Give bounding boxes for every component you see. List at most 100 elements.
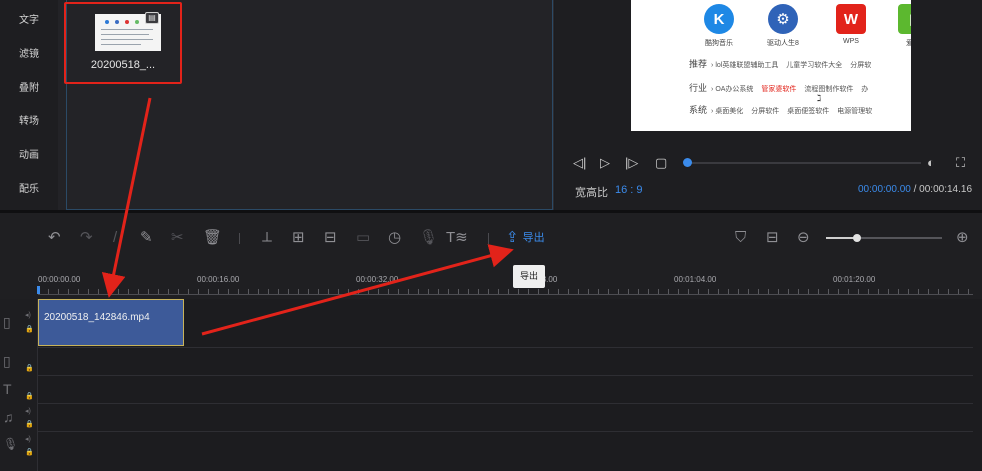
playback-progress-bar[interactable] — [689, 162, 921, 164]
marker-icon[interactable]: ⛉ — [735, 229, 746, 247]
duration-icon[interactable]: ▭ — [356, 229, 370, 247]
timeline-ruler[interactable]: 00:00:00.00 00:00:16.00 00:00:32.00 00:0… — [0, 263, 982, 299]
preview-app-label: WPS — [843, 38, 859, 45]
preview-app-label: 酷狗音乐 — [705, 40, 733, 47]
preview-row-industry: 行业 › OA办公系统 管家婆软件 流程图制作软件 办 — [689, 83, 869, 93]
row-label: 系统 — [689, 105, 708, 115]
ruler-baseline — [38, 294, 973, 295]
text-to-speech-icon[interactable]: T≋ — [446, 229, 468, 247]
toolbar-separator — [488, 233, 489, 244]
next-frame-button[interactable]: |▷ — [625, 155, 638, 171]
media-type-icon: ▤ — [145, 12, 159, 24]
edit-icon[interactable]: ✎ — [140, 229, 153, 247]
ruler-label: 00:00:32.00 — [356, 275, 399, 284]
aspect-ratio-value[interactable]: 16 : 9 — [615, 184, 643, 196]
play-button[interactable]: ▷ — [600, 155, 610, 171]
mouse-cursor-icon: ℷ — [817, 93, 822, 103]
fullscreen-icon[interactable]: ⛶ — [956, 155, 965, 171]
lock-icon[interactable]: 🔒 — [25, 448, 34, 456]
row-item: lol英雄联盟辅助工具 — [715, 62, 779, 69]
ruler-label: 00:00:00.00 — [38, 275, 81, 284]
preview-row-recommend: 推荐 › lol英雄联盟辅助工具 儿童学习软件大全 分屏软 — [689, 59, 872, 69]
media-item-name: 20200518_... — [90, 59, 156, 71]
current-time: 00:00:00.00 — [858, 184, 911, 195]
export-tooltip: 导出 — [513, 265, 545, 288]
lock-icon[interactable]: 🔒 — [25, 325, 34, 333]
row-label: 推荐 — [689, 59, 708, 69]
zoom-in-icon[interactable]: ⊕ — [956, 229, 969, 247]
clip-name: 20200518_142846.mp4 — [44, 312, 150, 323]
track-header-text: T 🔒 — [0, 376, 38, 404]
row-item: 办 — [861, 86, 869, 93]
sidebar-item-filters[interactable]: 滤镜 — [0, 45, 58, 60]
track-lane-pip[interactable] — [38, 348, 973, 376]
preview-panel: K 酷狗音乐 ⚙ 驱动人生8 W WPS ▯ 爱奇 推荐› lol英雄联盟辅助工… — [555, 0, 982, 210]
mute-icon[interactable]: ◂) — [25, 435, 31, 443]
preview-app-driver: ⚙ 驱动人生8 — [757, 4, 809, 48]
export-button[interactable]: ⇪ 导出 — [506, 228, 545, 248]
split-icon[interactable]: / — [113, 229, 117, 247]
player-controls: ◁| ▷ |▷ ▢ ◐ ⛶ — [573, 155, 973, 171]
lock-icon[interactable]: 🔒 — [25, 392, 34, 400]
cut-icon[interactable]: ✂ — [171, 229, 184, 247]
row-label: 行业 — [689, 83, 708, 93]
sidebar-item-overlays[interactable]: 叠附 — [0, 79, 58, 94]
delete-icon[interactable]: 🗑 — [203, 229, 222, 247]
music-track-icon: ♫ — [3, 409, 14, 425]
lock-icon[interactable]: 🔒 — [25, 364, 34, 372]
zoom-slider-knob[interactable] — [853, 234, 861, 242]
track-lane-voice[interactable] — [38, 432, 973, 471]
sidebar-item-transitions[interactable]: 转场 — [0, 112, 58, 127]
track-header-voice: 🎙 ◂) 🔒 — [0, 432, 38, 471]
speed-icon[interactable]: ◷ — [388, 229, 401, 247]
voiceover-icon[interactable]: 🎙 — [419, 229, 438, 247]
lock-icon[interactable]: 🔒 — [25, 420, 34, 428]
freeze-frame-icon[interactable]: ⊞ — [292, 229, 305, 247]
preview-video-frame: K 酷狗音乐 ⚙ 驱动人生8 W WPS ▯ 爱奇 推荐› lol英雄联盟辅助工… — [631, 0, 911, 131]
total-time: 00:00:14.16 — [919, 184, 972, 195]
ruler-label: 00:00:16.00 — [197, 275, 240, 284]
time-separator: / — [913, 184, 917, 195]
preview-app-kugou: K 酷狗音乐 — [693, 4, 745, 48]
mute-icon[interactable]: ◂) — [25, 407, 31, 415]
row-item: 电源管理软 — [837, 108, 873, 115]
ruler-label: 00:01:20.00 — [833, 275, 876, 284]
row-item: OA办公系统 — [715, 86, 754, 93]
wps-icon: W — [836, 4, 866, 34]
gear-icon: ⚙ — [768, 4, 798, 34]
sidebar-item-music[interactable]: 配乐 — [0, 180, 58, 195]
zoom-out-icon[interactable]: ⊖ — [797, 229, 810, 247]
row-item: 管家婆软件 — [761, 86, 797, 93]
track-lane-music[interactable] — [38, 404, 973, 432]
timeline-tracks: ▯ ◂) 🔒 20200518_142846.mp4 ▯ 🔒 T 🔒 ♫ ◂) … — [0, 299, 982, 471]
volume-icon[interactable]: ◐ — [927, 155, 935, 171]
row-item: 分屏软件 — [751, 108, 780, 115]
previous-frame-button[interactable]: ◁| — [573, 155, 586, 171]
playhead[interactable] — [37, 286, 40, 294]
timeline-toolbar: ↶ ↷ / ✎ ✂ 🗑 ⟂ ⊞ ⊟ ▭ ◷ 🎙 T≋ ⇪ 导出 ⛉ ⊟ ⊖ ⊕ — [0, 213, 982, 263]
crop-icon[interactable]: ⟂ — [262, 229, 272, 247]
playback-progress-knob[interactable] — [683, 158, 692, 167]
mute-icon[interactable]: ◂) — [25, 311, 31, 319]
media-library-panel: ▤ 20200518_... — [58, 0, 554, 210]
sidebar-item-animations[interactable]: 动画 — [0, 146, 58, 161]
sidebar-item-text[interactable]: 文字 — [0, 11, 58, 26]
redo-icon[interactable]: ↷ — [80, 229, 93, 247]
fit-timeline-icon[interactable]: ⊟ — [766, 229, 779, 247]
export-icon: ⇪ — [506, 229, 519, 247]
undo-icon[interactable]: ↶ — [48, 229, 61, 247]
iqiyi-icon: ▯ — [898, 4, 911, 34]
time-display: 00:00:00.00 / 00:00:14.16 — [858, 184, 972, 195]
row-item: 分屏软 — [850, 62, 872, 69]
video-track-icon: ▯ — [3, 314, 11, 330]
stop-button[interactable]: ▢ — [655, 155, 667, 171]
export-label: 导出 — [522, 232, 545, 244]
video-clip[interactable]: 20200518_142846.mp4 — [38, 299, 184, 346]
media-item[interactable]: ▤ 20200518_... — [64, 2, 182, 84]
toolbar-separator — [239, 233, 240, 244]
preview-app-label: 驱动人生8 — [767, 40, 799, 47]
preview-row-system: 系统 › 桌面美化 分屏软件 桌面便签软件 电源管理软 — [689, 105, 873, 115]
track-lane-text[interactable] — [38, 376, 973, 404]
track-header-music: ♫ ◂) 🔒 — [0, 404, 38, 432]
mosaic-icon[interactable]: ⊟ — [324, 229, 337, 247]
